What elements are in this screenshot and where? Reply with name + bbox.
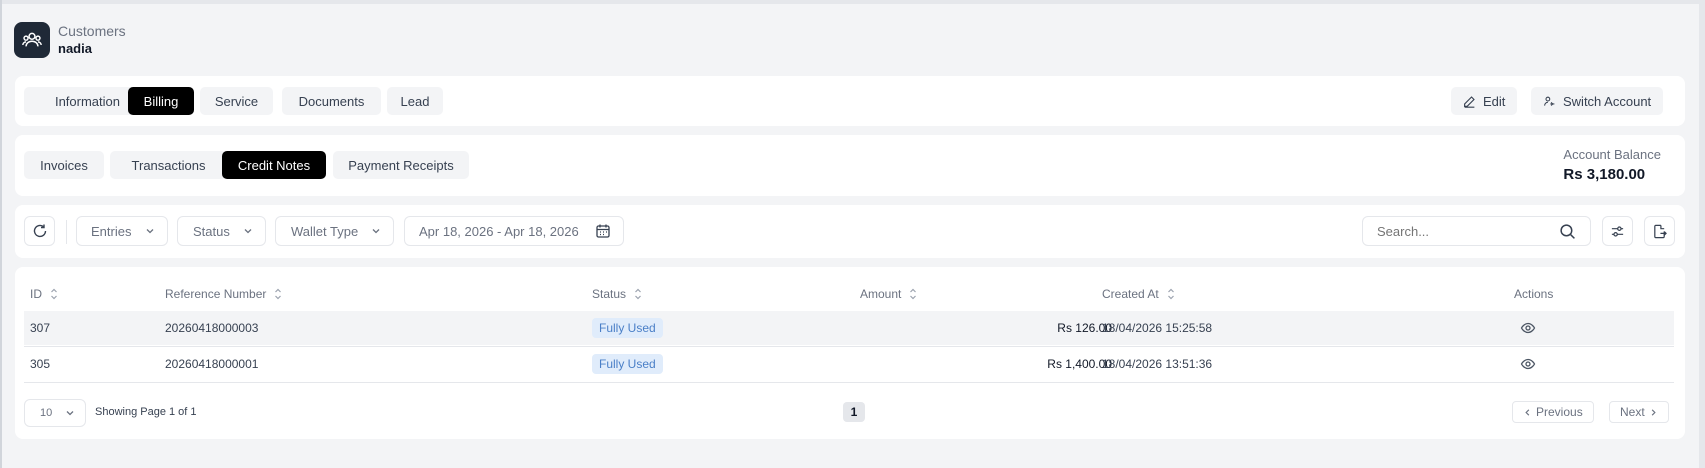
tab-billing[interactable]: Billing — [128, 87, 194, 115]
chevron-down-icon — [244, 229, 252, 234]
users-icon — [14, 22, 50, 58]
cell-id: 305 — [30, 357, 51, 371]
previous-button[interactable]: Previous — [1512, 401, 1594, 423]
status-label: Status — [193, 223, 230, 239]
sort-icon — [910, 288, 917, 300]
edit-label: Edit — [1483, 93, 1506, 109]
account-balance-value: Rs 3,180.00 — [1563, 166, 1646, 183]
previous-label: Previous — [1536, 405, 1583, 419]
tab-lead[interactable]: Lead — [387, 87, 443, 115]
status-badge: Fully Used — [592, 311, 663, 345]
column-header-reference-label: Reference Number — [165, 287, 267, 301]
chevron-down-icon — [66, 411, 74, 416]
entries-label: Entries — [91, 223, 132, 239]
status-badge: Fully Used — [592, 347, 663, 381]
next-label: Next — [1620, 405, 1645, 419]
account-balance: Account Balance Rs 3,180.00 — [1563, 146, 1661, 186]
column-header-amount[interactable]: Amount — [860, 287, 917, 301]
status-badge-label: Fully Used — [592, 354, 663, 374]
tab-payment-receipts[interactable]: Payment Receipts — [333, 151, 469, 179]
sort-icon — [1167, 288, 1174, 300]
search-box — [1362, 216, 1591, 246]
header-text: Customers nadia — [58, 22, 126, 58]
cell-created-at: 18/04/2026 13:51:36 — [1102, 357, 1213, 371]
column-header-status[interactable]: Status — [592, 287, 642, 301]
filter-divider — [66, 220, 67, 244]
wallet-type-dropdown[interactable]: Wallet Type — [275, 216, 394, 246]
cell-reference: 20260418000003 — [165, 321, 259, 335]
sort-icon — [51, 288, 57, 300]
column-header-actions: Actions — [1514, 287, 1553, 301]
column-header-amount-label: Amount — [860, 287, 902, 301]
left-edge — [0, 0, 2, 468]
account-balance-label: Account Balance — [1563, 147, 1661, 162]
export-file-icon — [1654, 224, 1667, 238]
cell-amount: Rs 1,400.00 — [1047, 357, 1112, 371]
search-icon[interactable] — [1559, 223, 1576, 240]
tab-documents[interactable]: Documents — [282, 87, 381, 115]
breadcrumb[interactable]: Customers — [58, 22, 126, 40]
cell-created-at: 18/04/2026 15:25:58 — [1102, 321, 1213, 335]
page-header: Customers nadia — [14, 22, 126, 58]
cell-id: 307 — [30, 321, 51, 335]
refresh-button[interactable] — [24, 216, 55, 246]
pencil-icon — [1464, 95, 1475, 108]
page-size-select[interactable]: 10 — [24, 399, 86, 427]
page-info: Showing Page 1 of 1 — [95, 406, 197, 418]
table-row: 307 20260418000003 Fully Used Rs 126.00 … — [24, 311, 1674, 345]
column-header-created-at-label: Created At — [1102, 287, 1159, 301]
customer-name: nadia — [58, 41, 92, 56]
date-range-value: Apr 18, 2026 - Apr 18, 2026 — [419, 223, 579, 239]
export-button[interactable] — [1644, 216, 1675, 246]
chevron-left-icon — [1525, 408, 1530, 416]
refresh-icon — [33, 224, 46, 238]
top-edge — [0, 0, 1705, 4]
tab-transactions[interactable]: Transactions — [110, 151, 227, 179]
status-badge-label: Fully Used — [592, 318, 663, 338]
wallet-type-label: Wallet Type — [291, 223, 359, 239]
status-dropdown[interactable]: Status — [177, 216, 266, 246]
scrollbar[interactable] — [1699, 0, 1705, 468]
row-divider — [24, 382, 1674, 383]
chevron-down-icon — [146, 229, 154, 234]
tab-service[interactable]: Service — [200, 87, 273, 115]
entries-dropdown[interactable]: Entries — [76, 216, 168, 246]
sort-icon — [275, 288, 282, 300]
switch-account-button[interactable]: Switch Account — [1531, 87, 1664, 115]
eye-icon — [1520, 358, 1536, 370]
edit-button[interactable]: Edit — [1451, 87, 1518, 115]
column-header-status-label: Status — [592, 287, 627, 301]
calendar-icon — [596, 224, 610, 238]
cell-amount: Rs 126.00 — [1057, 321, 1112, 335]
chevron-down-icon — [372, 229, 380, 234]
next-button[interactable]: Next — [1609, 401, 1669, 423]
column-header-id-label: ID — [30, 287, 42, 301]
tab-invoices[interactable]: Invoices — [24, 151, 104, 179]
sliders-icon — [1611, 225, 1624, 237]
chevron-right-icon — [1651, 408, 1656, 416]
eye-icon — [1520, 322, 1536, 334]
app-frame: Customers nadia Information Billing Serv… — [0, 0, 1705, 468]
switch-account-label: Switch Account — [1563, 93, 1652, 109]
filters-card: Entries Status Wallet Type Apr 18, 2026 … — [15, 205, 1685, 258]
column-settings-button[interactable] — [1602, 216, 1633, 246]
tab-credit-notes[interactable]: Credit Notes — [222, 151, 326, 179]
page-button-1[interactable]: 1 — [843, 402, 865, 422]
search-input[interactable] — [1377, 223, 1557, 239]
page-size-value: 10 — [40, 407, 53, 419]
sort-icon — [635, 288, 641, 300]
column-header-reference[interactable]: Reference Number — [165, 287, 282, 301]
column-header-actions-label: Actions — [1514, 287, 1554, 301]
column-header-id[interactable]: ID — [30, 287, 58, 301]
cell-reference: 20260418000001 — [165, 357, 259, 371]
switch-user-icon — [1544, 96, 1555, 106]
view-button[interactable] — [1520, 347, 1536, 381]
column-header-created-at[interactable]: Created At — [1102, 287, 1175, 301]
view-button[interactable] — [1520, 311, 1536, 345]
sub-tabs-card: Invoices Transactions Credit Notes Payme… — [15, 135, 1685, 196]
date-range-picker[interactable]: Apr 18, 2026 - Apr 18, 2026 — [404, 216, 624, 246]
primary-tabs-card: Information Billing Service Documents Le… — [15, 76, 1685, 126]
table-row: 305 20260418000001 Fully Used Rs 1,400.0… — [24, 347, 1674, 381]
